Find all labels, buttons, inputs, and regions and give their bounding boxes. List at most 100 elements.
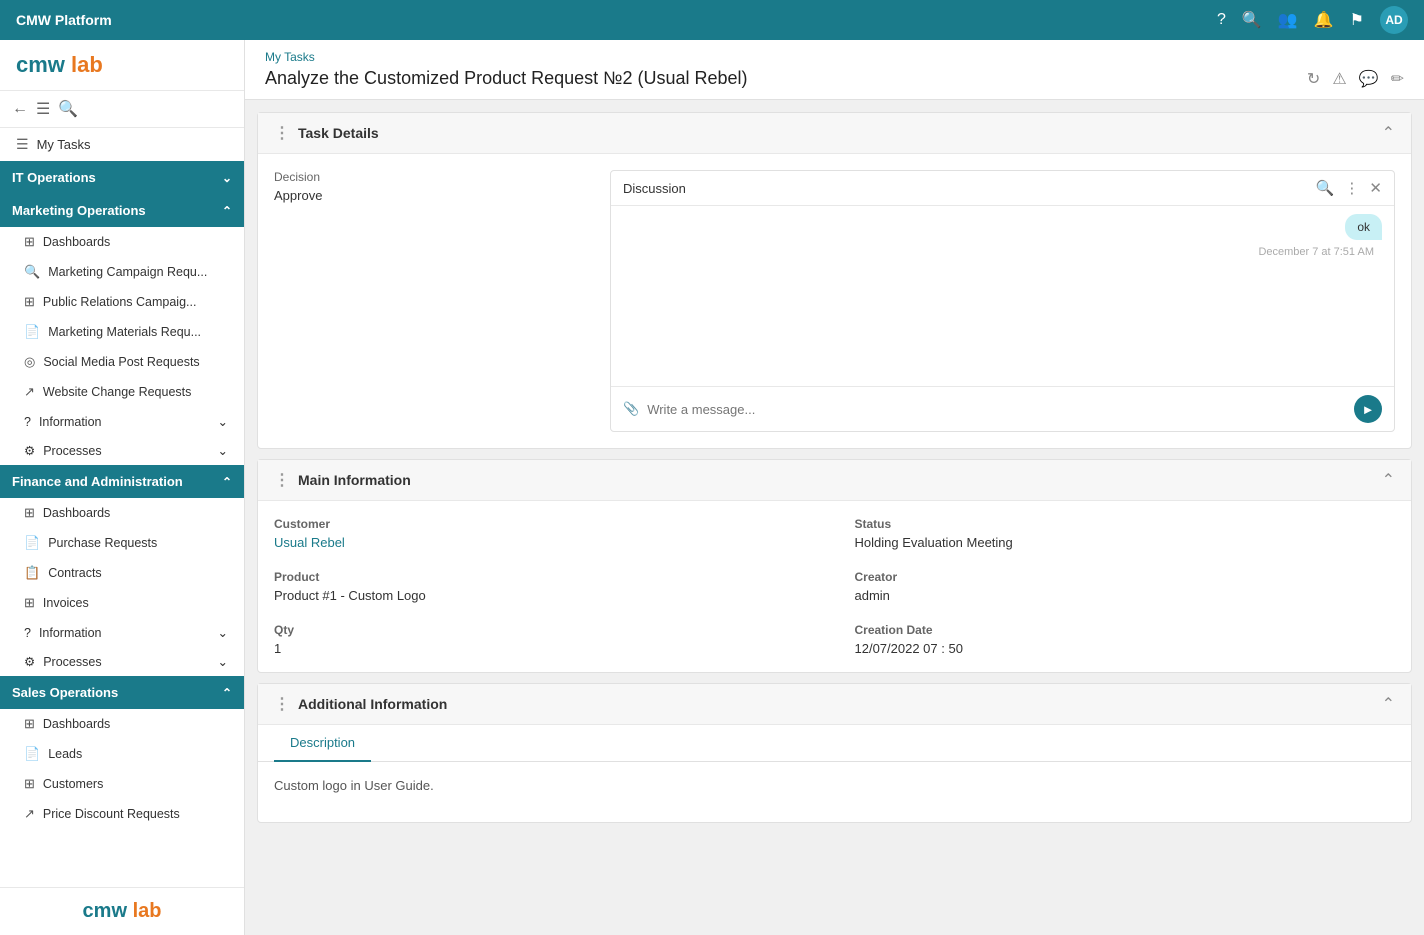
content-area: My Tasks Analyze the Customized Product … <box>245 40 1424 935</box>
materials-icon: 📄 <box>24 324 40 340</box>
customer-field: Customer Usual Rebel <box>274 517 815 550</box>
top-bar: CMW Platform ? 🔍 👥 🔔 ⚑ AD <box>0 0 1424 40</box>
processes-icon: ⚙ <box>24 443 35 458</box>
campaign-icon: 🔍 <box>24 264 40 280</box>
discussion-close-icon[interactable]: ✕ <box>1369 179 1382 197</box>
task-details-header: ⋮ Task Details ⌃ <box>258 113 1411 154</box>
sales-operations-label: Sales Operations <box>12 685 118 700</box>
users-icon[interactable]: 👥 <box>1278 10 1298 30</box>
attachment-icon[interactable]: 📎 <box>623 401 639 417</box>
sidebar-item-mo-public-relations[interactable]: ⊞ Public Relations Campaig... <box>0 287 244 317</box>
customer-label: Customer <box>274 517 815 531</box>
main-information-title: ⋮ Main Information <box>274 470 411 490</box>
finance-admin-label: Finance and Administration <box>12 474 183 489</box>
sidebar-item-mo-marketing-materials[interactable]: 📄 Marketing Materials Requ... <box>0 317 244 347</box>
avatar[interactable]: AD <box>1380 6 1408 34</box>
comment-icon[interactable]: 💬 <box>1359 69 1379 89</box>
sidebar-item-mo-marketing-campaign[interactable]: 🔍 Marketing Campaign Requ... <box>0 257 244 287</box>
tab-content-description: Custom logo in User Guide. <box>258 762 1411 822</box>
sidebar-item-fa-dashboards[interactable]: ⊞ Dashboards <box>0 498 244 528</box>
customers-icon: ⊞ <box>24 776 35 792</box>
sidebar-section-marketing-operations[interactable]: Marketing Operations ⌃ <box>0 194 244 227</box>
additional-information-title: ⋮ Additional Information <box>274 694 447 714</box>
marketing-operations-label: Marketing Operations <box>12 203 146 218</box>
bell-icon[interactable]: 🔔 <box>1314 10 1334 30</box>
discussion-search-icon[interactable]: 🔍 <box>1316 179 1335 197</box>
dashboards-icon: ⊞ <box>24 234 35 250</box>
sidebar-item-fa-processes[interactable]: ⚙ Processes ⌄ <box>0 647 244 676</box>
tab-bar: Description <box>258 725 1411 762</box>
flag-icon[interactable]: ⚑ <box>1350 10 1364 30</box>
sidebar-section-finance-admin[interactable]: Finance and Administration ⌃ <box>0 465 244 498</box>
message-time: December 7 at 7:51 AM <box>623 244 1382 260</box>
sidebar-item-so-dashboards[interactable]: ⊞ Dashboards <box>0 709 244 739</box>
header-actions: ↻ ⚠ 💬 ✏ <box>1307 69 1404 89</box>
breadcrumb[interactable]: My Tasks <box>265 50 1404 64</box>
sidebar-search-icon[interactable]: 🔍 <box>58 99 78 119</box>
discussion-more-icon[interactable]: ⋮ <box>1344 179 1359 197</box>
send-button[interactable]: ► <box>1354 395 1382 423</box>
creator-label: Creator <box>855 570 1396 584</box>
discussion-title: Discussion <box>623 181 686 196</box>
product-label: Product <box>274 570 815 584</box>
product-field: Product Product #1 - Custom Logo <box>274 570 815 603</box>
edit-icon[interactable]: ✏ <box>1391 69 1404 89</box>
sidebar-item-so-price-discount[interactable]: ↗ Price Discount Requests <box>0 799 244 829</box>
sidebar-item-so-customers[interactable]: ⊞ Customers <box>0 769 244 799</box>
customer-value[interactable]: Usual Rebel <box>274 535 815 550</box>
it-operations-chevron: ⌄ <box>222 171 232 185</box>
logo-lab: lab <box>71 52 103 77</box>
sidebar-item-mo-website-change[interactable]: ↗ Website Change Requests <box>0 377 244 407</box>
additional-information-body: Description Custom logo in User Guide. <box>258 725 1411 822</box>
task-details-collapse[interactable]: ⌃ <box>1382 123 1395 143</box>
content-header: My Tasks Analyze the Customized Product … <box>245 40 1424 100</box>
main-drag-handle-icon: ⋮ <box>274 470 290 490</box>
sidebar-section-it-operations[interactable]: IT Operations ⌄ <box>0 161 244 194</box>
decision-value: Approve <box>274 188 594 203</box>
message-input[interactable] <box>647 402 1346 417</box>
sidebar-item-fa-information[interactable]: ? Information ⌄ <box>0 618 244 647</box>
main-information-header: ⋮ Main Information ⌃ <box>258 460 1411 501</box>
refresh-icon[interactable]: ↻ <box>1307 69 1320 89</box>
sidebar-item-fa-invoices[interactable]: ⊞ Invoices <box>0 588 244 618</box>
purchase-icon: 📄 <box>24 535 40 551</box>
search-icon[interactable]: 🔍 <box>1242 10 1262 30</box>
status-label: Status <box>855 517 1396 531</box>
tab-description[interactable]: Description <box>274 725 371 762</box>
discussion-input: 📎 ► <box>611 386 1394 431</box>
sidebar-item-mo-dashboards[interactable]: ⊞ Dashboards <box>0 227 244 257</box>
fa-dashboards-icon: ⊞ <box>24 505 35 521</box>
main-layout: cmw lab ← ☰ 🔍 ☰ My Tasks IT Operations ⌄ <box>0 40 1424 935</box>
info-chevron: ⌄ <box>218 414 228 429</box>
website-icon: ↗ <box>24 384 35 400</box>
menu-icon[interactable]: ☰ <box>36 99 50 119</box>
back-icon[interactable]: ← <box>12 100 28 118</box>
top-bar-icons: ? 🔍 👥 🔔 ⚑ AD <box>1217 6 1408 34</box>
leads-icon: 📄 <box>24 746 40 762</box>
sidebar: cmw lab ← ☰ 🔍 ☰ My Tasks IT Operations ⌄ <box>0 40 245 935</box>
status-field: Status Holding Evaluation Meeting <box>855 517 1396 550</box>
sidebar-item-fa-purchase-requests[interactable]: 📄 Purchase Requests <box>0 528 244 558</box>
my-tasks-label: My Tasks <box>37 137 91 152</box>
sidebar-item-mo-processes[interactable]: ⚙ Processes ⌄ <box>0 436 244 465</box>
finance-admin-chevron: ⌃ <box>222 475 232 489</box>
warning-icon[interactable]: ⚠ <box>1332 69 1346 89</box>
additional-information-collapse[interactable]: ⌃ <box>1382 694 1395 714</box>
task-details-panel: ⋮ Task Details ⌃ Decision Approve Discus… <box>257 112 1412 449</box>
page-title: Analyze the Customized Product Request №… <box>265 68 748 89</box>
main-information-collapse[interactable]: ⌃ <box>1382 470 1395 490</box>
sidebar-item-fa-contracts[interactable]: 📋 Contracts <box>0 558 244 588</box>
sidebar-item-mo-social-media[interactable]: ◎ Social Media Post Requests <box>0 347 244 377</box>
bottom-logo-cmw: cmw <box>83 900 127 922</box>
help-icon[interactable]: ? <box>1217 11 1226 29</box>
sidebar-item-my-tasks[interactable]: ☰ My Tasks <box>0 128 244 161</box>
it-operations-label: IT Operations <box>12 170 96 185</box>
page-title-row: Analyze the Customized Product Request №… <box>265 68 1404 89</box>
sidebar-item-mo-information[interactable]: ? Information ⌄ <box>0 407 244 436</box>
content-scroll: ⋮ Task Details ⌃ Decision Approve Discus… <box>245 100 1424 935</box>
sidebar-section-sales-operations[interactable]: Sales Operations ⌃ <box>0 676 244 709</box>
sidebar-item-so-leads[interactable]: 📄 Leads <box>0 739 244 769</box>
additional-information-header: ⋮ Additional Information ⌃ <box>258 684 1411 725</box>
discussion-box: Discussion 🔍 ⋮ ✕ ok <box>610 170 1395 432</box>
processes-chevron: ⌄ <box>218 443 228 458</box>
